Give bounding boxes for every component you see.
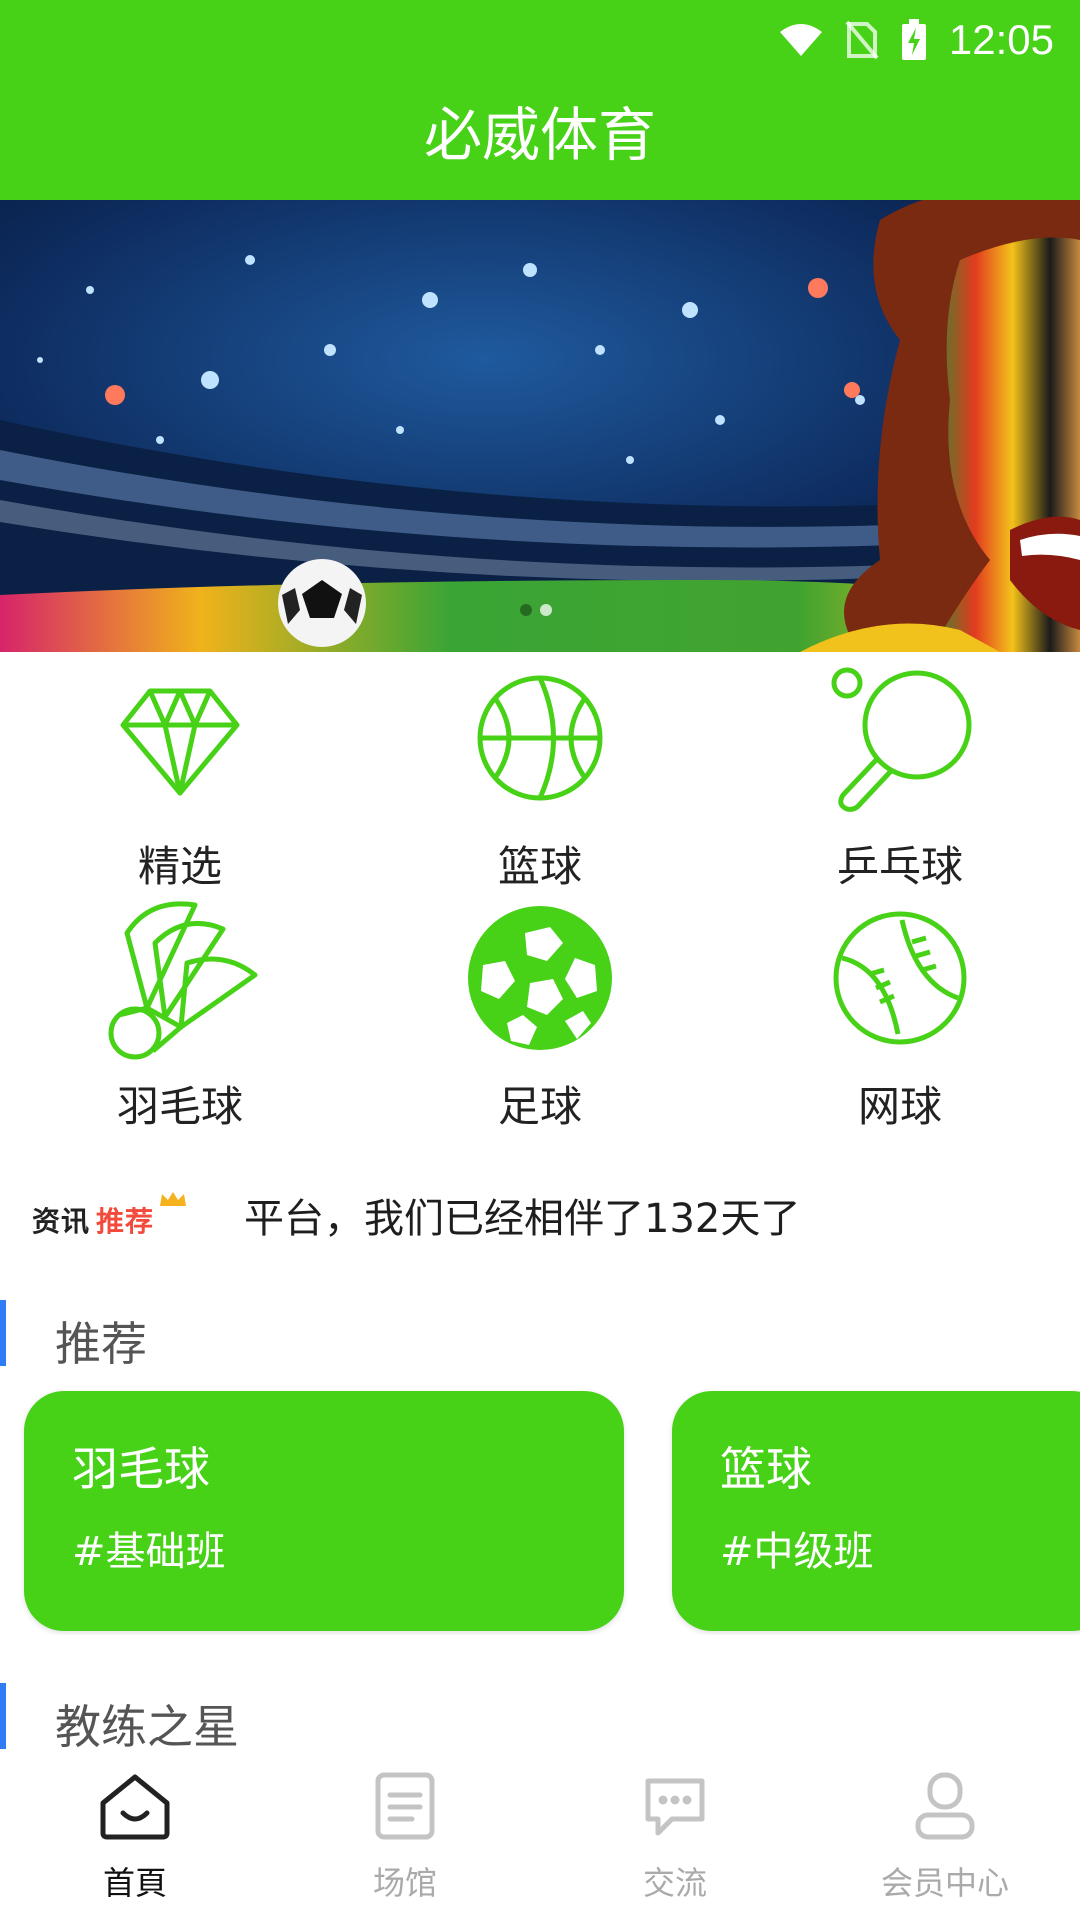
- category-football[interactable]: 足球: [360, 895, 720, 1135]
- section-recommend: 推荐: [0, 1300, 1080, 1371]
- baseball-icon: [720, 903, 1080, 1053]
- banner-carousel[interactable]: [0, 200, 1080, 652]
- course-name: 羽毛球: [72, 1442, 210, 1496]
- category-label: 乒乓球: [836, 842, 963, 891]
- nav-venues[interactable]: 场馆: [270, 1750, 540, 1920]
- nav-label: 首頁: [102, 1864, 167, 1902]
- course-level: #中级班: [720, 1529, 874, 1575]
- category-badminton[interactable]: 羽毛球: [0, 895, 360, 1135]
- ping-pong-paddle-icon: [720, 663, 1080, 813]
- news-ticker-text: 平台，我们已经相伴了132天了: [244, 1196, 801, 1242]
- app-screen: 12:05 必威体育 精选 篮球 乒乓球 羽毛球 足球 网球 资讯 推荐 平台，…: [0, 0, 1080, 1920]
- nav-label: 场馆: [372, 1864, 437, 1902]
- battery-charging-icon: [901, 19, 927, 61]
- category-label: 篮球: [497, 842, 582, 891]
- news-logo-text: 资讯: [32, 1205, 91, 1238]
- category-label: 网球: [857, 1082, 942, 1131]
- page-title: 必威体育: [423, 101, 656, 169]
- category-tennis[interactable]: 网球: [720, 895, 1080, 1135]
- banner-dot-active[interactable]: [540, 604, 552, 616]
- status-time: 12:05: [948, 16, 1054, 63]
- document-icon: [270, 1766, 540, 1846]
- user-icon: [810, 1766, 1080, 1846]
- nav-label: 交流: [642, 1864, 707, 1902]
- nav-member-center[interactable]: 会员中心: [810, 1750, 1080, 1920]
- title-bar: 12:05 必威体育: [0, 0, 1080, 200]
- bottom-navigation: 首頁 场馆 交流 会员中心: [0, 1750, 1080, 1920]
- section-title: 教练之星: [55, 1700, 239, 1754]
- category-featured[interactable]: 精选: [0, 655, 360, 895]
- crown-icon: [160, 1192, 186, 1206]
- section-coach-star: 教练之星: [0, 1683, 1080, 1754]
- nav-community[interactable]: 交流: [540, 1750, 810, 1920]
- status-bar: 12:05: [779, 10, 1054, 70]
- soccer-ball-icon: [360, 903, 720, 1053]
- no-sim-icon: [845, 20, 879, 60]
- diamond-icon: [0, 663, 360, 813]
- news-logo: 资讯 推荐: [30, 1178, 186, 1238]
- course-card-list[interactable]: 羽毛球 #基础班 篮球 #中级班: [0, 1385, 1080, 1635]
- nav-home[interactable]: 首頁: [0, 1750, 270, 1920]
- chat-icon: [540, 1766, 810, 1846]
- section-title: 推荐: [55, 1317, 147, 1371]
- nav-label: 会员中心: [880, 1864, 1009, 1902]
- home-icon: [0, 1766, 270, 1846]
- course-name: 篮球: [720, 1442, 812, 1496]
- section-accent-bar: [0, 1683, 6, 1749]
- banner-pagination: [520, 604, 552, 616]
- section-accent-bar: [0, 1300, 6, 1366]
- category-grid: 精选 篮球 乒乓球 羽毛球 足球 网球: [0, 655, 1080, 1135]
- course-card[interactable]: 篮球 #中级班: [672, 1391, 1080, 1631]
- wifi-icon: [779, 22, 823, 58]
- banner-dot[interactable]: [520, 604, 532, 616]
- category-basketball[interactable]: 篮球: [360, 655, 720, 895]
- category-label: 精选: [137, 842, 222, 891]
- category-label: 足球: [497, 1082, 582, 1131]
- shuttlecock-icon: [0, 901, 360, 1060]
- category-label: 羽毛球: [116, 1082, 243, 1131]
- course-card[interactable]: 羽毛球 #基础班: [24, 1391, 624, 1631]
- course-level: #基础班: [72, 1529, 226, 1575]
- news-logo-highlight: 推荐: [96, 1205, 155, 1238]
- news-ticker[interactable]: 资讯 推荐 平台，我们已经相伴了132天了: [0, 1160, 1080, 1270]
- basketball-icon: [360, 663, 720, 813]
- category-table-tennis[interactable]: 乒乓球: [720, 655, 1080, 895]
